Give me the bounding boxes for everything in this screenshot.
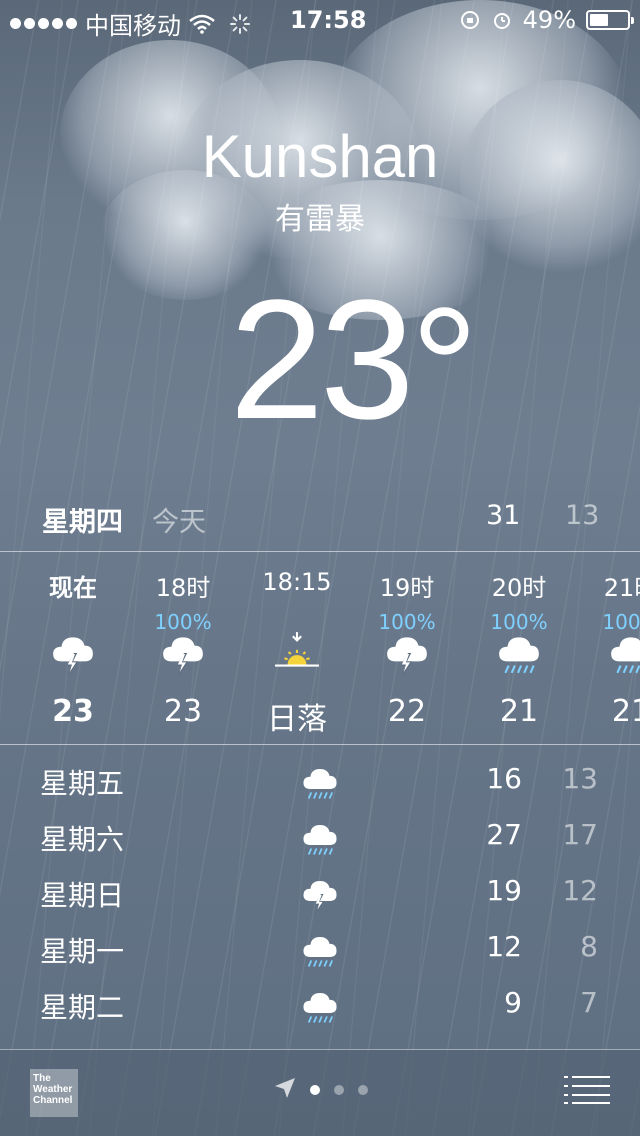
city-list-icon[interactable] <box>564 1075 610 1105</box>
day-name: 星期一 <box>40 935 125 968</box>
rain-icon <box>300 930 340 970</box>
day-low: 13 <box>562 762 598 795</box>
divider-top <box>0 551 640 552</box>
battery-percent: 49% <box>522 6 576 34</box>
today-day: 星期四 <box>42 507 123 538</box>
page-dot[interactable] <box>334 1085 344 1095</box>
location-arrow-icon[interactable] <box>272 1075 298 1101</box>
day-low: 8 <box>580 930 598 963</box>
daily-row: 星期一 12 8 <box>0 922 640 978</box>
daily-row: 星期六 27 17 <box>0 810 640 866</box>
hour-temp: 21 <box>499 694 539 729</box>
sunset-icon <box>272 630 322 674</box>
hour-temp: 23 <box>52 694 94 729</box>
rotation-lock-icon <box>460 11 479 29</box>
condition-text: 有雷暴 <box>275 202 365 237</box>
hour-temp: 23 <box>163 694 203 729</box>
hour-label: 现在 <box>49 574 97 602</box>
temperature-value: 23 <box>229 265 414 455</box>
activity-spinner-icon <box>230 13 250 34</box>
rain-icon <box>300 818 340 858</box>
today-row: 星期四 今天 31 13 <box>0 498 640 538</box>
day-high: 12 <box>486 930 522 963</box>
weather-channel-logo[interactable]: The Weather Channel <box>30 1069 78 1117</box>
hour-label: 18:15 <box>262 568 332 596</box>
today-high: 31 <box>486 500 521 531</box>
daily-row: 星期五 16 13 <box>0 754 640 810</box>
rain-icon <box>606 630 640 674</box>
thunderstorm-icon <box>300 874 340 914</box>
day-name: 星期六 <box>40 823 125 856</box>
page-dot[interactable] <box>358 1085 368 1095</box>
current-temperature: 23 ° <box>0 262 640 463</box>
hour-label: 19时 <box>379 574 435 602</box>
thunderstorm-icon <box>158 630 208 675</box>
battery-icon <box>586 10 634 30</box>
today-low: 13 <box>565 500 600 531</box>
bottom-bar: The Weather Channel <box>0 1049 640 1136</box>
status-bar: 中国移动 17:58 49% <box>0 0 640 40</box>
day-name: 星期二 <box>40 991 125 1024</box>
divider-hourly <box>0 744 640 745</box>
rain-icon <box>494 630 544 674</box>
city-name: Kunshan <box>201 123 439 190</box>
day-name: 星期日 <box>40 879 125 912</box>
daily-row: 星期日 19 12 <box>0 866 640 922</box>
daily-row: 星期二 9 7 <box>0 978 640 1034</box>
day-high: 19 <box>486 874 522 907</box>
page-dot[interactable] <box>310 1085 320 1095</box>
page-indicator[interactable] <box>310 1085 368 1095</box>
hour-temp: 21 <box>611 694 640 729</box>
alarm-icon <box>493 13 510 29</box>
rain-icon <box>300 762 340 802</box>
day-low: 7 <box>580 986 598 1019</box>
status-right: 49% <box>459 6 634 34</box>
day-high: 27 <box>486 818 522 851</box>
day-name: 星期五 <box>40 767 125 800</box>
thunderstorm-icon <box>382 630 432 675</box>
clock: 17:58 <box>290 6 367 34</box>
divider-bottom <box>0 1049 640 1050</box>
hour-label: 18时 <box>155 574 211 602</box>
hour-temp: 22 <box>387 694 427 729</box>
day-high: 16 <box>486 762 522 795</box>
hour-label: 20时 <box>491 574 547 602</box>
carrier-label: 中国移动 <box>85 12 181 40</box>
signal-icon <box>10 18 77 29</box>
hour-label: 21时 <box>603 574 640 602</box>
thunderstorm-icon <box>48 630 98 675</box>
carrier-group: 中国移动 <box>10 6 251 41</box>
hourly-forecast[interactable]: 现在 23 18时 100% 23 18:15 日落 19时 100% 22 20时 100% 21 21… <box>0 556 640 744</box>
today-label: 今天 <box>152 507 206 538</box>
day-low: 12 <box>562 874 598 907</box>
day-low: 17 <box>562 818 598 851</box>
degree-symbol: ° <box>410 273 479 463</box>
wifi-icon <box>189 14 215 34</box>
hour-temp: 日落 <box>267 702 327 737</box>
rain-icon <box>300 986 340 1026</box>
day-high: 9 <box>504 986 522 1019</box>
